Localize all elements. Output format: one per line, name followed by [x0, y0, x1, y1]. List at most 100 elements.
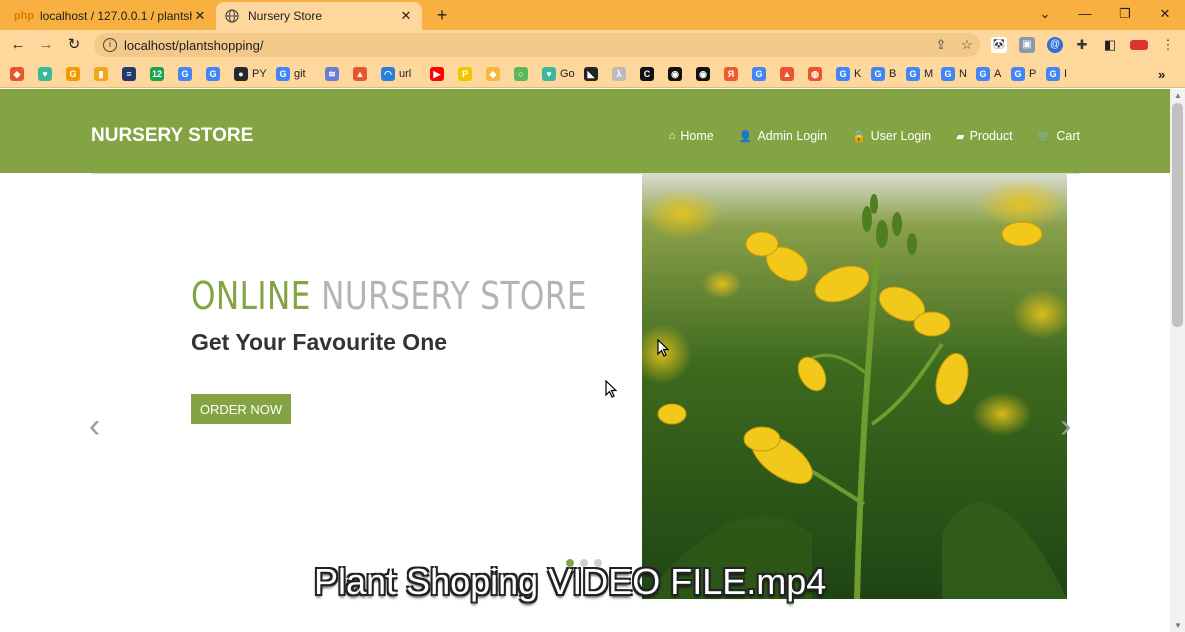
globe-icon	[224, 8, 240, 24]
tab-nursery-store[interactable]: Nursery Store ✕	[216, 2, 422, 30]
bookmark-item[interactable]: Я	[724, 66, 742, 82]
reload-button[interactable]: ↻	[62, 34, 86, 56]
share-icon[interactable]: ⇪	[928, 37, 954, 53]
address-url[interactable]: localhost/plantshopping/	[124, 38, 928, 53]
video-caption-overlay: Plant Shoping VIDEO FILE.mp4	[314, 561, 827, 602]
nav-user-login[interactable]: 🔒 User Login	[852, 129, 931, 143]
bookmark-item[interactable]: GN	[941, 66, 967, 82]
page-scrollbar[interactable]: ▲ ▼	[1170, 89, 1185, 632]
bookmark-item[interactable]: ◆	[10, 66, 28, 82]
scrollbar-thumb[interactable]	[1172, 103, 1183, 327]
restore-button[interactable]: ❐	[1105, 0, 1145, 30]
bookmark-item[interactable]: C	[640, 66, 658, 82]
tab-title: Nursery Store	[248, 9, 323, 23]
bookmark-item[interactable]: ≡	[122, 66, 140, 82]
bookmark-item[interactable]: ◉	[668, 66, 686, 82]
bookmark-item[interactable]: ▮	[94, 66, 112, 82]
bookmark-item[interactable]: ◠ url	[381, 66, 411, 82]
new-tab-button[interactable]: +	[430, 4, 454, 26]
browser-toolbar: ← → ↻ i localhost/plantshopping/ ⇪ ☆ 🐼 ▣…	[0, 30, 1185, 60]
book-icon: ▰	[956, 130, 965, 143]
bookmark-icon: G	[941, 67, 955, 81]
bookmark-icon: G	[206, 67, 220, 81]
bookmark-item[interactable]: GP	[1011, 66, 1036, 82]
bookmark-icon: G	[976, 67, 990, 81]
bookmark-item[interactable]: GK	[836, 66, 861, 82]
extension-badge-icon[interactable]	[1130, 40, 1148, 50]
bookmark-item[interactable]: ▶	[430, 66, 448, 82]
puzzle-icon[interactable]: ✚	[1074, 37, 1090, 53]
minimize-button[interactable]: —	[1065, 0, 1105, 30]
carousel-prev-icon[interactable]: ‹	[89, 407, 100, 446]
bookmark-icon: G	[871, 67, 885, 81]
bookmark-icon: ▲	[353, 67, 367, 81]
image-extension-icon[interactable]: ▣	[1019, 37, 1035, 53]
bookmarks-overflow-icon[interactable]: »	[1158, 66, 1165, 82]
bookmark-item[interactable]: GM	[906, 66, 933, 82]
bookmark-icon: Я	[724, 67, 738, 81]
bookmark-item[interactable]: ◍	[808, 66, 826, 82]
bookmark-label: B	[889, 68, 897, 80]
page-viewport: NURSERY STORE ⌂ Home 👤 Admin Login 🔒 User L…	[0, 89, 1170, 632]
bookmark-item[interactable]: G	[206, 66, 224, 82]
user-icon: 👤	[738, 130, 753, 143]
tab-search-button[interactable]: ⌄	[1025, 0, 1065, 30]
bookmark-item[interactable]: ▲	[780, 66, 798, 82]
close-icon[interactable]: ✕	[398, 8, 414, 24]
hero-title: ONLINE NURSERY STORE	[191, 274, 588, 318]
bookmark-icon: ●	[234, 67, 248, 81]
hero-subtitle: Get Your Favourite One	[191, 329, 448, 355]
bookmark-item[interactable]: ● PY	[234, 66, 267, 82]
bookmark-item[interactable]: 12	[150, 66, 168, 82]
nav-cart[interactable]: 🛒 Cart	[1038, 129, 1080, 143]
bookmark-item[interactable]: ○	[514, 66, 532, 82]
close-icon[interactable]: ✕	[192, 8, 208, 24]
tab-title: localhost / 127.0.0.1 / plantshoppi	[40, 9, 192, 23]
bookmark-item[interactable]: ♥ Go	[542, 66, 575, 82]
bookmark-item[interactable]: λ	[612, 66, 630, 82]
bookmark-item[interactable]: ◆	[486, 66, 504, 82]
order-now-button[interactable]: ORDER NOW	[191, 394, 291, 424]
bookmark-item[interactable]: G	[752, 66, 770, 82]
scroll-down-icon[interactable]: ▼	[1174, 621, 1182, 630]
tab-phpmyadmin[interactable]: php localhost / 127.0.0.1 / plantshoppi …	[8, 2, 216, 30]
star-icon[interactable]: ☆	[954, 37, 980, 53]
bookmark-item[interactable]: ▲	[353, 66, 371, 82]
nav-admin-login[interactable]: 👤 Admin Login	[739, 129, 827, 143]
bookmark-item[interactable]: ◣	[584, 66, 602, 82]
bookmark-icon: G	[1011, 67, 1025, 81]
address-bar[interactable]: i localhost/plantshopping/ ⇪ ☆	[94, 33, 980, 57]
bookmark-item[interactable]: Ggit	[276, 66, 306, 82]
nav-product[interactable]: ▰ Product	[956, 129, 1013, 143]
nav-home[interactable]: ⌂ Home	[669, 129, 714, 143]
bookmark-icon: ○	[514, 67, 528, 81]
carousel-next-icon[interactable]: ›	[1060, 407, 1071, 446]
mouse-cursor-icon	[605, 380, 617, 398]
bookmark-item[interactable]: G	[66, 66, 84, 82]
menu-kebab-icon[interactable]: ⋮	[1160, 37, 1176, 53]
bookmark-item[interactable]: ♥	[38, 66, 56, 82]
forward-button[interactable]: →	[34, 34, 58, 56]
bookmark-item[interactable]: P	[458, 66, 476, 82]
back-button[interactable]: ←	[6, 34, 30, 56]
bookmark-icon: G	[752, 67, 766, 81]
scroll-up-icon[interactable]: ▲	[1174, 91, 1182, 100]
bookmark-item[interactable]: G	[178, 66, 196, 82]
site-brand[interactable]: NURSERY STORE	[91, 125, 253, 147]
bookmark-icon: ♥	[542, 67, 556, 81]
site-navbar: NURSERY STORE ⌂ Home 👤 Admin Login 🔒 User L…	[0, 89, 1170, 173]
hero-flower-image	[642, 174, 1067, 599]
bookmark-item[interactable]: GB	[871, 66, 896, 82]
bookmark-item[interactable]: ≋	[325, 66, 343, 82]
bookmark-item[interactable]: ◉	[696, 66, 714, 82]
bookmark-icon: ◠	[381, 67, 395, 81]
bookmark-item[interactable]: GI	[1046, 66, 1067, 82]
at-extension-icon[interactable]: @	[1047, 37, 1063, 53]
bookmark-item[interactable]: GA	[976, 66, 1001, 82]
phpmyadmin-icon: php	[13, 10, 35, 22]
window-close-button[interactable]: ✕	[1145, 0, 1185, 30]
bookmark-icon: ◉	[668, 67, 682, 81]
panda-extension-icon[interactable]: 🐼	[991, 37, 1007, 53]
sidepanel-icon[interactable]: ◧	[1102, 37, 1118, 53]
site-info-icon[interactable]: i	[103, 38, 117, 52]
